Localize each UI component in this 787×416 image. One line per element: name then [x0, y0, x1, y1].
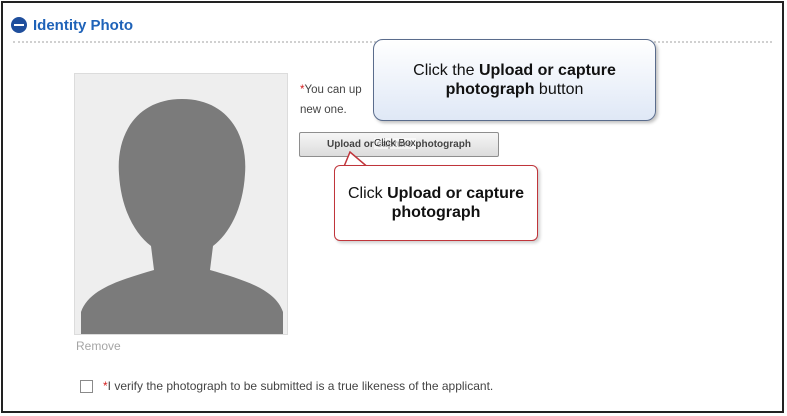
callout-top: Click the Upload or capture photograph b…	[373, 39, 656, 121]
upload-instruction: *You can up new one.	[300, 80, 380, 120]
click-box-label: Click Box	[374, 138, 416, 149]
instruction-line-1: You can up	[304, 84, 362, 96]
verify-checkbox[interactable]	[80, 379, 93, 393]
person-silhouette-icon	[81, 99, 283, 334]
photo-placeholder	[74, 73, 288, 335]
collapse-circle-icon[interactable]	[11, 17, 27, 33]
instruction-line-2: new one.	[300, 104, 347, 116]
screenshot-frame: Identity Photo Remove *You can up new on…	[1, 1, 784, 413]
callout-bottom: Click Upload or capture photograph	[334, 165, 538, 241]
section-header[interactable]: Identity Photo	[11, 13, 133, 37]
section-title: Identity Photo	[33, 16, 133, 34]
callout-top-text: Click the Upload or capture photograph b…	[413, 62, 616, 98]
callout-bottom-text: Click Upload or capture photograph	[347, 185, 524, 221]
verify-label: I verify the photograph to be submitted …	[107, 379, 494, 393]
verification-row: * I verify the photograph to be submitte…	[80, 379, 493, 393]
remove-photo-link[interactable]: Remove	[76, 339, 121, 353]
